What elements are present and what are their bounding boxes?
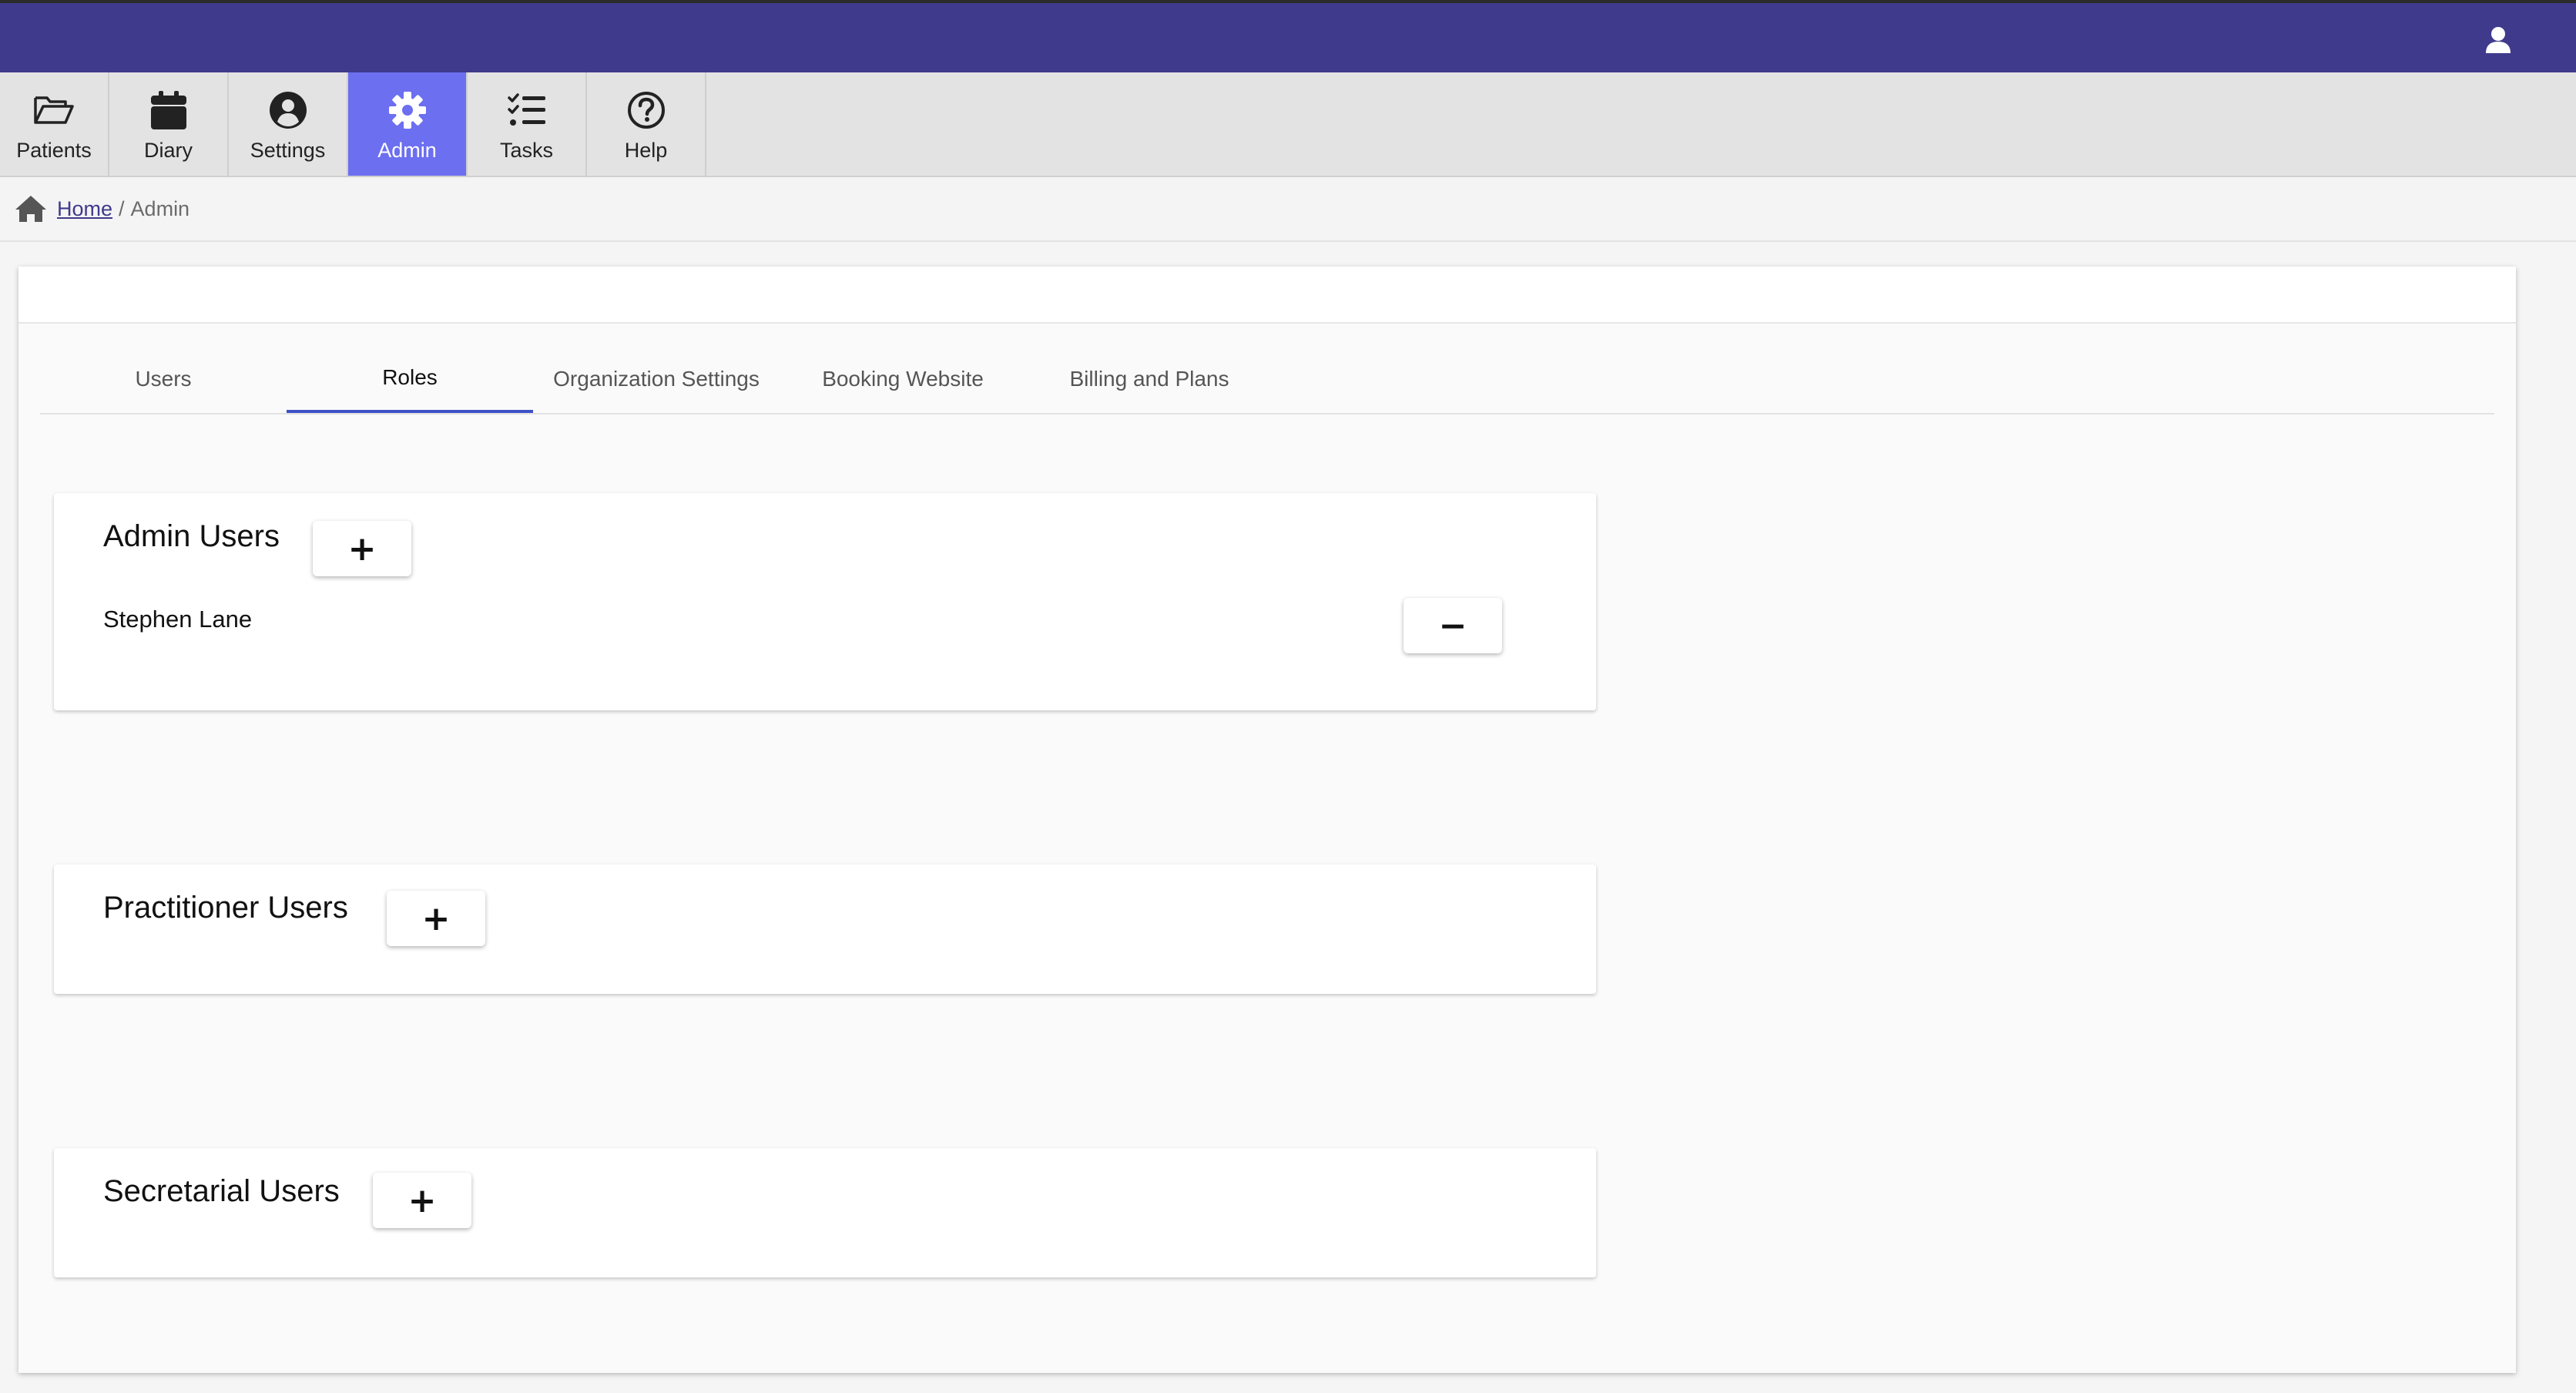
- practitioner-users-card: Practitioner Users +: [54, 864, 1596, 994]
- admin-users-title: Admin Users: [103, 519, 280, 553]
- breadcrumb-home-link[interactable]: Home: [57, 197, 112, 221]
- question-circle-icon: [626, 89, 667, 131]
- admin-tabs: Users Roles Organization Settings Bookin…: [40, 345, 2494, 415]
- admin-users-card: Admin Users + Stephen Lane −: [54, 493, 1596, 710]
- breadcrumb-separator: /: [119, 196, 125, 220]
- nav-item-label: Help: [624, 139, 668, 162]
- nav-item-tasks[interactable]: Tasks: [468, 72, 587, 176]
- gear-icon: [387, 89, 428, 131]
- nav-item-admin[interactable]: Admin: [348, 72, 468, 176]
- nav-item-label: Settings: [250, 139, 326, 162]
- panel-header: [18, 267, 2516, 324]
- tab-roles[interactable]: Roles: [287, 345, 533, 413]
- breadcrumb: Home / Admin: [0, 177, 2576, 242]
- admin-panel: Users Roles Organization Settings Bookin…: [18, 267, 2516, 1373]
- nav-item-settings[interactable]: Settings: [229, 72, 348, 176]
- admin-user-name: Stephen Lane: [103, 606, 253, 633]
- nav-item-label: Diary: [143, 139, 193, 162]
- add-practitioner-user-button[interactable]: +: [387, 891, 485, 946]
- breadcrumb-current: Admin: [130, 196, 190, 220]
- add-admin-user-button[interactable]: +: [313, 521, 411, 576]
- tab-organization-settings[interactable]: Organization Settings: [533, 345, 780, 413]
- calendar-icon: [148, 89, 190, 131]
- nav-item-label: Tasks: [499, 139, 554, 162]
- top-bar: [0, 0, 2576, 72]
- user-circle-icon: [267, 89, 309, 131]
- main-nav: Patients Diary Settings Admin Tasks Help: [0, 72, 2576, 177]
- secretarial-users-title: Secretarial Users: [103, 1174, 340, 1208]
- nav-item-label: Admin: [377, 139, 437, 162]
- folder-open-icon: [33, 89, 75, 131]
- task-list-icon: [506, 89, 548, 131]
- secretarial-users-card: Secretarial Users +: [54, 1148, 1596, 1277]
- nav-item-help[interactable]: Help: [587, 72, 706, 176]
- nav-item-label: Patients: [16, 139, 92, 162]
- user-icon[interactable]: [2485, 26, 2511, 54]
- tab-booking-website[interactable]: Booking Website: [780, 345, 1026, 413]
- home-icon: [15, 196, 46, 222]
- add-secretarial-user-button[interactable]: +: [373, 1173, 471, 1228]
- tab-users[interactable]: Users: [40, 345, 287, 413]
- remove-admin-user-button[interactable]: −: [1404, 598, 1502, 653]
- tab-billing-and-plans[interactable]: Billing and Plans: [1026, 345, 1273, 413]
- practitioner-users-title: Practitioner Users: [103, 891, 348, 925]
- nav-item-patients[interactable]: Patients: [0, 72, 109, 176]
- nav-item-diary[interactable]: Diary: [109, 72, 229, 176]
